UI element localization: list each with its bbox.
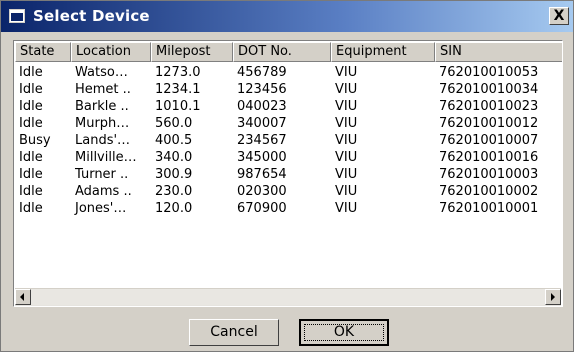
window-app-icon xyxy=(9,9,25,23)
cell-location: Adams .. xyxy=(75,184,132,199)
cell-sin: 762010010034 xyxy=(439,82,539,97)
device-rows: Idle Watso… 1273.0 456789 VIU 7620100100… xyxy=(15,64,562,217)
cell-dot-no: 340007 xyxy=(237,116,287,131)
cell-milepost: 560.0 xyxy=(155,116,193,131)
table-row[interactable]: Busy Lands'… 400.5 234567 VIU 7620100100… xyxy=(15,132,562,149)
cell-state: Idle xyxy=(19,201,43,216)
cell-milepost: 340.0 xyxy=(155,150,193,165)
cell-sin: 762010010003 xyxy=(439,167,539,182)
table-row[interactable]: Idle Jones'… 120.0 670900 VIU 7620100100… xyxy=(15,200,562,217)
table-row[interactable]: Idle Millville… 340.0 345000 VIU 7620100… xyxy=(15,149,562,166)
column-header-sin[interactable]: SIN xyxy=(435,42,562,62)
cell-equipment: VIU xyxy=(335,201,358,216)
cell-milepost: 1273.0 xyxy=(155,65,201,80)
cell-sin: 762010010007 xyxy=(439,133,539,148)
horizontal-scrollbar[interactable] xyxy=(15,288,561,306)
cell-dot-no: 123456 xyxy=(237,82,287,97)
cell-location: Lands'… xyxy=(75,133,131,148)
cancel-button[interactable]: Cancel xyxy=(189,319,279,346)
cell-state: Idle xyxy=(19,116,43,131)
cell-dot-no: 456789 xyxy=(237,65,287,80)
column-header-location[interactable]: Location xyxy=(71,42,151,62)
cell-state: Idle xyxy=(19,167,43,182)
cell-sin: 762010010053 xyxy=(439,65,539,80)
cell-location: Millville… xyxy=(75,150,137,165)
cell-sin: 762010010023 xyxy=(439,99,539,114)
cell-dot-no: 987654 xyxy=(237,167,287,182)
cell-location: Jones'… xyxy=(75,201,127,216)
table-row[interactable]: Idle Turner .. 300.9 987654 VIU 76201001… xyxy=(15,166,562,183)
scroll-left-button[interactable] xyxy=(15,289,31,305)
cell-state: Idle xyxy=(19,99,43,114)
table-row[interactable]: Idle Barkle .. 1010.1 040023 VIU 7620100… xyxy=(15,98,562,115)
cell-equipment: VIU xyxy=(335,150,358,165)
cell-sin: 762010010001 xyxy=(439,201,539,216)
cell-milepost: 230.0 xyxy=(155,184,193,199)
arrow-right-icon xyxy=(551,293,555,301)
ok-button[interactable]: OK xyxy=(299,319,389,346)
cell-state: Idle xyxy=(19,82,43,97)
cell-location: Hemet .. xyxy=(75,82,131,97)
cell-equipment: VIU xyxy=(335,116,358,131)
column-header-state[interactable]: State xyxy=(15,42,71,62)
table-row[interactable]: Idle Adams .. 230.0 020300 VIU 762010010… xyxy=(15,183,562,200)
cell-equipment: VIU xyxy=(335,184,358,199)
table-row[interactable]: Idle Murph… 560.0 340007 VIU 76201001001… xyxy=(15,115,562,132)
cell-dot-no: 670900 xyxy=(237,201,287,216)
column-header-equipment[interactable]: Equipment xyxy=(331,42,435,62)
column-header-row: State Location Milepost DOT No. Equipmen… xyxy=(15,42,562,62)
title-bar[interactable]: Select Device X xyxy=(1,1,573,32)
cell-milepost: 120.0 xyxy=(155,201,193,216)
device-list[interactable]: State Location Milepost DOT No. Equipmen… xyxy=(13,40,563,307)
cell-equipment: VIU xyxy=(335,82,358,97)
cancel-button-label: Cancel xyxy=(210,324,258,340)
cell-sin: 762010010002 xyxy=(439,184,539,199)
cell-state: Idle xyxy=(19,150,43,165)
scroll-right-button[interactable] xyxy=(545,289,561,305)
column-header-milepost[interactable]: Milepost xyxy=(151,42,233,62)
cell-milepost: 300.9 xyxy=(155,167,193,182)
cell-state: Idle xyxy=(19,65,43,80)
cell-state: Busy xyxy=(19,133,51,148)
cell-dot-no: 020300 xyxy=(237,184,287,199)
cell-location: Turner .. xyxy=(75,167,129,182)
table-row[interactable]: Idle Hemet .. 1234.1 123456 VIU 76201001… xyxy=(15,81,562,98)
cell-equipment: VIU xyxy=(335,65,358,80)
cell-dot-no: 040023 xyxy=(237,99,287,114)
column-header-dot-no[interactable]: DOT No. xyxy=(233,42,331,62)
cell-milepost: 1234.1 xyxy=(155,82,201,97)
select-device-dialog: Select Device X State Location Milepost … xyxy=(0,0,574,352)
cell-milepost: 400.5 xyxy=(155,133,193,148)
ok-button-label: OK xyxy=(333,324,355,340)
cell-location: Barkle .. xyxy=(75,99,129,114)
cell-dot-no: 234567 xyxy=(237,133,287,148)
cell-milepost: 1010.1 xyxy=(155,99,201,114)
cell-equipment: VIU xyxy=(335,99,358,114)
cell-location: Watso… xyxy=(75,65,128,80)
close-icon: X xyxy=(553,8,565,24)
cell-sin: 762010010016 xyxy=(439,150,539,165)
cell-equipment: VIU xyxy=(335,133,358,148)
scroll-track[interactable] xyxy=(31,289,545,305)
dialog-title: Select Device xyxy=(33,7,150,25)
cell-dot-no: 345000 xyxy=(237,150,287,165)
cell-sin: 762010010012 xyxy=(439,116,539,131)
arrow-left-icon xyxy=(20,293,24,301)
cell-state: Idle xyxy=(19,184,43,199)
table-row[interactable]: Idle Watso… 1273.0 456789 VIU 7620100100… xyxy=(15,64,562,81)
cell-location: Murph… xyxy=(75,116,130,131)
cell-equipment: VIU xyxy=(335,167,358,182)
close-button[interactable]: X xyxy=(549,7,569,25)
